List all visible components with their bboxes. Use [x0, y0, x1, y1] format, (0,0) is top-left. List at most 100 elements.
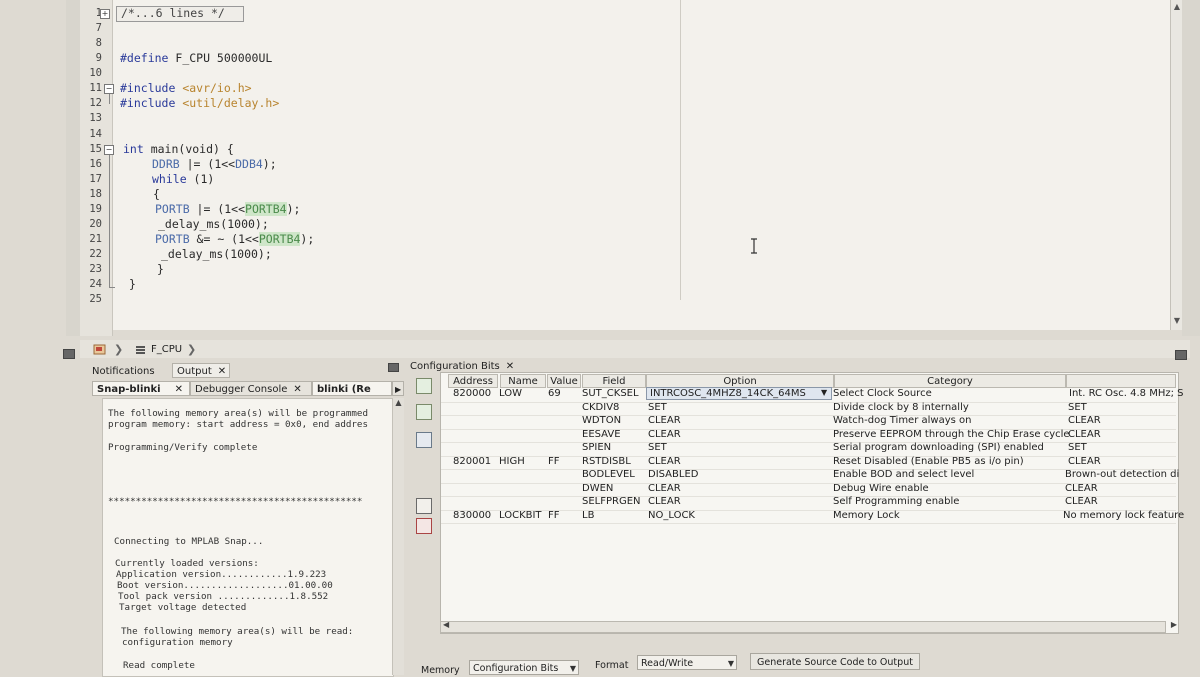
cell-setting: SET: [1068, 401, 1087, 413]
console-line: Tool pack version .............1.8.552: [118, 591, 329, 602]
cell-option: CLEAR: [648, 455, 681, 467]
fold-expand-icon[interactable]: +: [100, 9, 110, 19]
program-config-icon[interactable]: [416, 404, 432, 420]
column-header-setting[interactable]: [1066, 374, 1176, 388]
pdf-icon[interactable]: [416, 518, 432, 534]
tab-label: Snap-blinki: [97, 384, 161, 395]
cell-category: Serial program downloading (SPI) enabled: [833, 442, 1044, 453]
table-horizontal-scrollbar[interactable]: ◀ ▶: [440, 620, 1177, 633]
column-header-value[interactable]: Value: [547, 374, 581, 388]
code-fragment: (1): [186, 172, 215, 186]
cell-category: Debug Wire enable: [833, 482, 929, 494]
code-line-16: DDRB |= (1<<DDB4);: [152, 157, 277, 171]
cell-option: DISABLED: [648, 469, 699, 480]
bit-name: DDB4: [235, 157, 263, 171]
generate-source-code-button[interactable]: Generate Source Code to Output: [750, 653, 920, 670]
column-header-option[interactable]: Option: [646, 374, 834, 388]
scroll-down-icon[interactable]: ▼: [1172, 316, 1182, 326]
console-line: Boot version...................01.00.00: [117, 580, 333, 591]
table-row[interactable]: BODLEVEL DISABLED Enable BOD and select …: [441, 469, 1180, 484]
read-config-icon[interactable]: [416, 378, 432, 394]
tab-debugger-console[interactable]: Debugger Console ✕: [190, 381, 312, 396]
folded-comment-text: /*...6 lines */: [121, 6, 225, 20]
cell-value: FF: [548, 455, 560, 467]
minimize-panel-icon[interactable]: [388, 363, 399, 372]
column-header-name[interactable]: Name: [500, 374, 546, 388]
cell-option: CLEAR: [648, 482, 681, 494]
console-line: Target voltage detected: [119, 602, 247, 613]
chevron-down-icon[interactable]: ▼: [821, 388, 827, 397]
format-label: Format: [595, 660, 629, 671]
tab-notifications[interactable]: Notifications: [88, 364, 172, 379]
while-keyword: while: [152, 172, 187, 186]
console-line: Application version............1.9.223: [116, 569, 327, 580]
scroll-right-icon[interactable]: ▶: [1171, 620, 1177, 629]
cell-address: 820001: [453, 455, 492, 467]
line-number: 9: [95, 52, 102, 64]
cell-field: SELFPRGEN: [582, 496, 641, 507]
cell-setting: CLEAR: [1068, 428, 1101, 440]
cell-setting: Brown-out detection di: [1065, 469, 1180, 480]
table-row[interactable]: SELFPRGEN CLEAR Self Programming enable …: [441, 496, 1176, 511]
format-select-value: Read/Write: [641, 658, 694, 669]
code-line-9: #define F_CPU 500000UL: [120, 51, 272, 65]
code-line-24: }: [129, 277, 136, 291]
line-number: 22: [89, 248, 102, 260]
memory-select[interactable]: Configuration Bits ▼: [469, 660, 579, 675]
fold-collapse-icon[interactable]: −: [104, 145, 114, 155]
line-number: 10: [89, 67, 102, 79]
cell-field: DWEN: [582, 482, 614, 494]
line-number: 1: [95, 7, 102, 19]
line-number: 13: [89, 112, 102, 124]
option-dropdown[interactable]: INTRCOSC_4MHZ8_14CK_64MS ▼: [646, 387, 832, 400]
table-row[interactable]: EESAVE CLEAR Preserve EEPROM through the…: [441, 428, 1176, 443]
copy-icon[interactable]: [416, 498, 432, 514]
table-row[interactable]: DWEN CLEAR Debug Wire enable CLEAR: [441, 482, 1176, 497]
table-row[interactable]: 820001 HIGH FF RSTDISBL CLEAR Reset Disa…: [441, 455, 1176, 470]
chevron-down-icon[interactable]: ▼: [728, 656, 734, 671]
line-number: 25: [89, 293, 102, 305]
close-icon[interactable]: ✕: [293, 384, 301, 395]
tab-blinki-re[interactable]: blinki (Re: [312, 381, 392, 396]
line-number: 21: [89, 233, 102, 245]
scroll-up-icon[interactable]: ▲: [393, 398, 404, 407]
column-header-category[interactable]: Category: [834, 374, 1066, 388]
console-line: configuration memory: [122, 637, 233, 648]
minimize-panel-icon[interactable]: [63, 349, 75, 359]
cell-category: Divide clock by 8 internally: [833, 401, 969, 413]
close-icon[interactable]: ✕: [506, 361, 514, 372]
table-row[interactable]: CKDIV8 SET Divide clock by 8 internally …: [441, 401, 1176, 416]
line-number: 23: [89, 263, 102, 275]
table-row[interactable]: SPIEN SET Serial program downloading (SP…: [441, 442, 1176, 457]
file-icon[interactable]: [93, 344, 107, 356]
scroll-left-icon[interactable]: ◀: [443, 620, 449, 629]
register-name: PORTB: [155, 202, 190, 216]
tab-label: Notifications: [92, 366, 155, 377]
close-icon[interactable]: ✕: [218, 366, 226, 377]
breadcrumb-item-f-cpu[interactable]: F_CPU: [151, 344, 182, 355]
code-fragment: |= (1<<: [179, 157, 236, 171]
option-dropdown-value: INTRCOSC_4MHZ8_14CK_64MS: [650, 388, 806, 399]
close-icon[interactable]: ✕: [175, 384, 183, 395]
maximize-panel-icon[interactable]: [1175, 350, 1187, 360]
column-header-address[interactable]: Address: [448, 374, 498, 388]
cell-category: Memory Lock: [833, 509, 900, 521]
console-vertical-scrollbar[interactable]: ▲: [392, 398, 404, 675]
cell-value: 69: [548, 388, 561, 399]
register-name: PORTB: [155, 232, 190, 246]
format-select[interactable]: Read/Write ▼: [637, 655, 737, 670]
chevron-down-icon[interactable]: ▼: [570, 661, 576, 676]
line-number: 15: [89, 143, 102, 155]
search-icon[interactable]: [416, 432, 432, 448]
table-row[interactable]: 830000 LOCKBIT FF LB NO_LOCK Memory Lock…: [441, 509, 1184, 524]
table-row[interactable]: WDTON CLEAR Watch-dog Timer always on CL…: [441, 415, 1176, 430]
tab-scroll-right-icon[interactable]: ▶: [392, 381, 404, 396]
scroll-up-icon[interactable]: ▲: [1172, 2, 1182, 12]
cell-field: RSTDISBL: [582, 455, 631, 467]
code-line-22: _delay_ms(1000);: [161, 247, 272, 261]
column-header-field[interactable]: Field: [582, 374, 646, 388]
int-keyword: int: [123, 142, 144, 156]
fold-collapse-icon[interactable]: −: [104, 84, 114, 94]
tab-output[interactable]: Output ✕: [172, 363, 230, 378]
tab-snap-blinki[interactable]: Snap-blinki ✕: [92, 381, 190, 396]
